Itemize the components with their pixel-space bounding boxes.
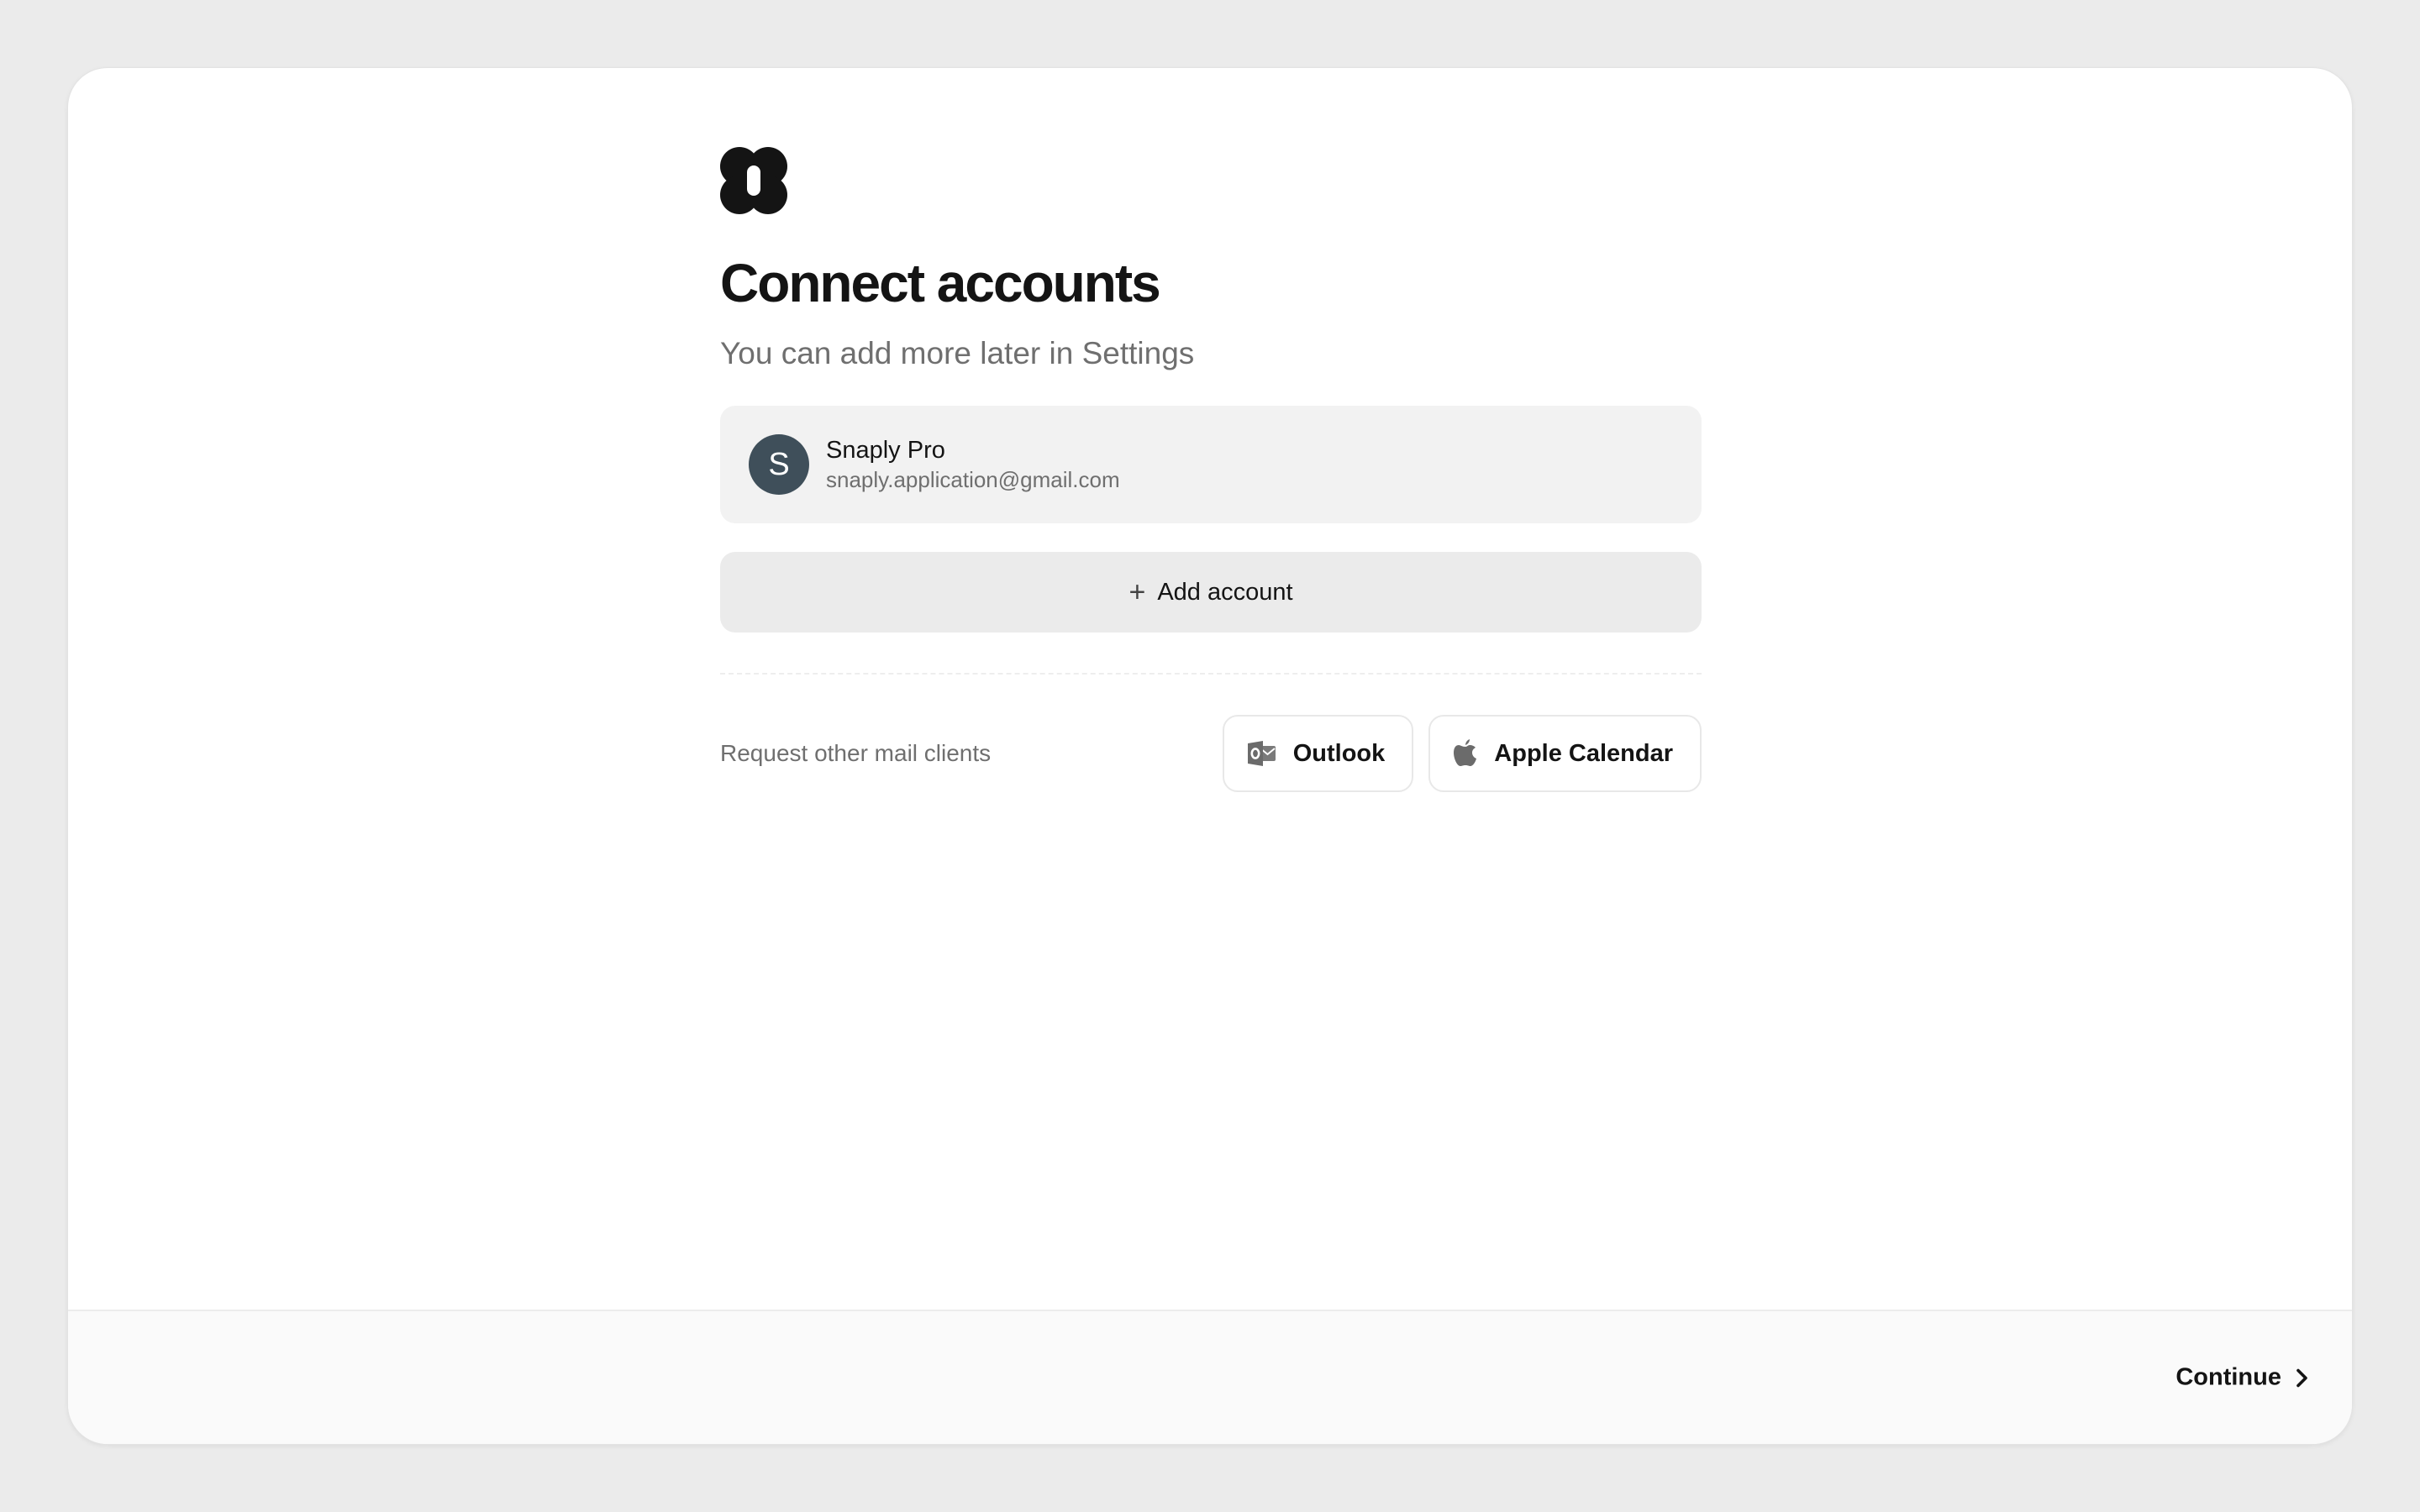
client-buttons: Outlook Apple Calendar	[1222, 715, 1702, 793]
plus-icon: +	[1128, 576, 1146, 609]
outlook-icon	[1247, 741, 1276, 767]
request-label: Request other mail clients	[720, 740, 992, 767]
page-subtitle: You can add more later in Settings	[720, 336, 1195, 370]
connect-accounts-panel: Connect accounts You can add more later …	[720, 147, 1702, 793]
continue-button[interactable]: Continue	[2175, 1364, 2310, 1392]
avatar: S	[749, 434, 809, 496]
request-mail-clients-row: Request other mail clients Outlook Apple…	[720, 715, 1702, 793]
apple-icon	[1454, 739, 1477, 767]
divider	[720, 673, 1702, 675]
request-apple-calendar-button[interactable]: Apple Calendar	[1428, 715, 1702, 793]
add-account-label: Add account	[1157, 578, 1293, 606]
account-info: Snaply Pro snaply.application@gmail.com	[826, 436, 1120, 493]
account-email: snaply.application@gmail.com	[826, 467, 1120, 493]
account-name: Snaply Pro	[826, 437, 945, 465]
page-title: Connect accounts	[720, 253, 1161, 313]
request-outlook-button[interactable]: Outlook	[1222, 715, 1414, 793]
app-logo-icon	[720, 147, 787, 214]
onboarding-window: Connect accounts You can add more later …	[67, 67, 2353, 1445]
apple-calendar-label: Apple Calendar	[1494, 739, 1673, 767]
connected-account-card[interactable]: S Snaply Pro snaply.application@gmail.co…	[720, 406, 1702, 524]
add-account-button[interactable]: + Add account	[720, 552, 1702, 633]
footer-bar: Continue	[68, 1310, 2352, 1444]
outlook-label: Outlook	[1292, 739, 1386, 767]
continue-label: Continue	[2175, 1363, 2281, 1391]
chevron-right-icon	[2296, 1368, 2307, 1387]
